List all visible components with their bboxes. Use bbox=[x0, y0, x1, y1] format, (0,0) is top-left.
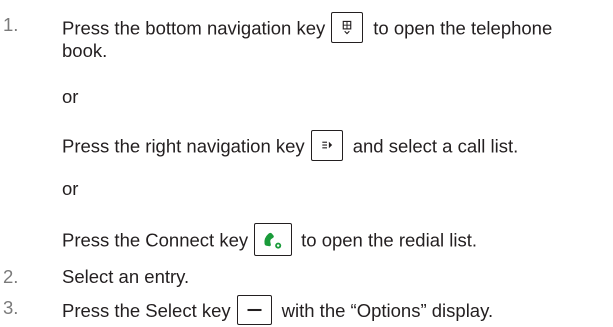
right-nav-text-before: Press the right navigation key bbox=[62, 135, 305, 157]
right-nav-line: Press the right navigation key and selec… bbox=[62, 130, 519, 163]
right-nav-text-after: and select a call list. bbox=[352, 135, 519, 157]
step-1-line-2: book. bbox=[62, 40, 108, 61]
step-1-text-after: to open the telephone bbox=[373, 17, 553, 39]
step-number-2: 2. bbox=[3, 266, 19, 287]
or-text-1: or bbox=[62, 86, 79, 107]
or-text-2: or bbox=[62, 178, 79, 199]
select-dash-icon bbox=[247, 308, 262, 312]
bottom-navigation-key bbox=[331, 12, 364, 43]
connect-line: Press the Connect key to open the redial… bbox=[62, 223, 477, 258]
connect-text-after: to open the redial list. bbox=[301, 229, 477, 251]
connect-handset-icon bbox=[264, 232, 282, 249]
step-number-3: 3. bbox=[3, 297, 19, 318]
step-2-text: Select an entry. bbox=[62, 266, 190, 287]
step-1-line-1: Press the bottom navigation key to open … bbox=[62, 12, 553, 45]
step-3-line: Press the Select key with the “Options” … bbox=[62, 295, 494, 327]
select-key bbox=[236, 295, 272, 325]
connect-key bbox=[254, 223, 293, 256]
step-3-text-before: Press the Select key bbox=[62, 299, 231, 321]
right-navigation-key bbox=[310, 130, 343, 161]
connect-text-before: Press the Connect key bbox=[62, 229, 249, 251]
step-1-text-before: Press the bottom navigation key bbox=[62, 17, 326, 39]
step-3-text-after: with the “Options” display. bbox=[281, 299, 494, 321]
step-number-1: 1. bbox=[3, 14, 19, 35]
call-list-icon bbox=[322, 141, 332, 149]
phonebook-icon bbox=[342, 20, 352, 35]
